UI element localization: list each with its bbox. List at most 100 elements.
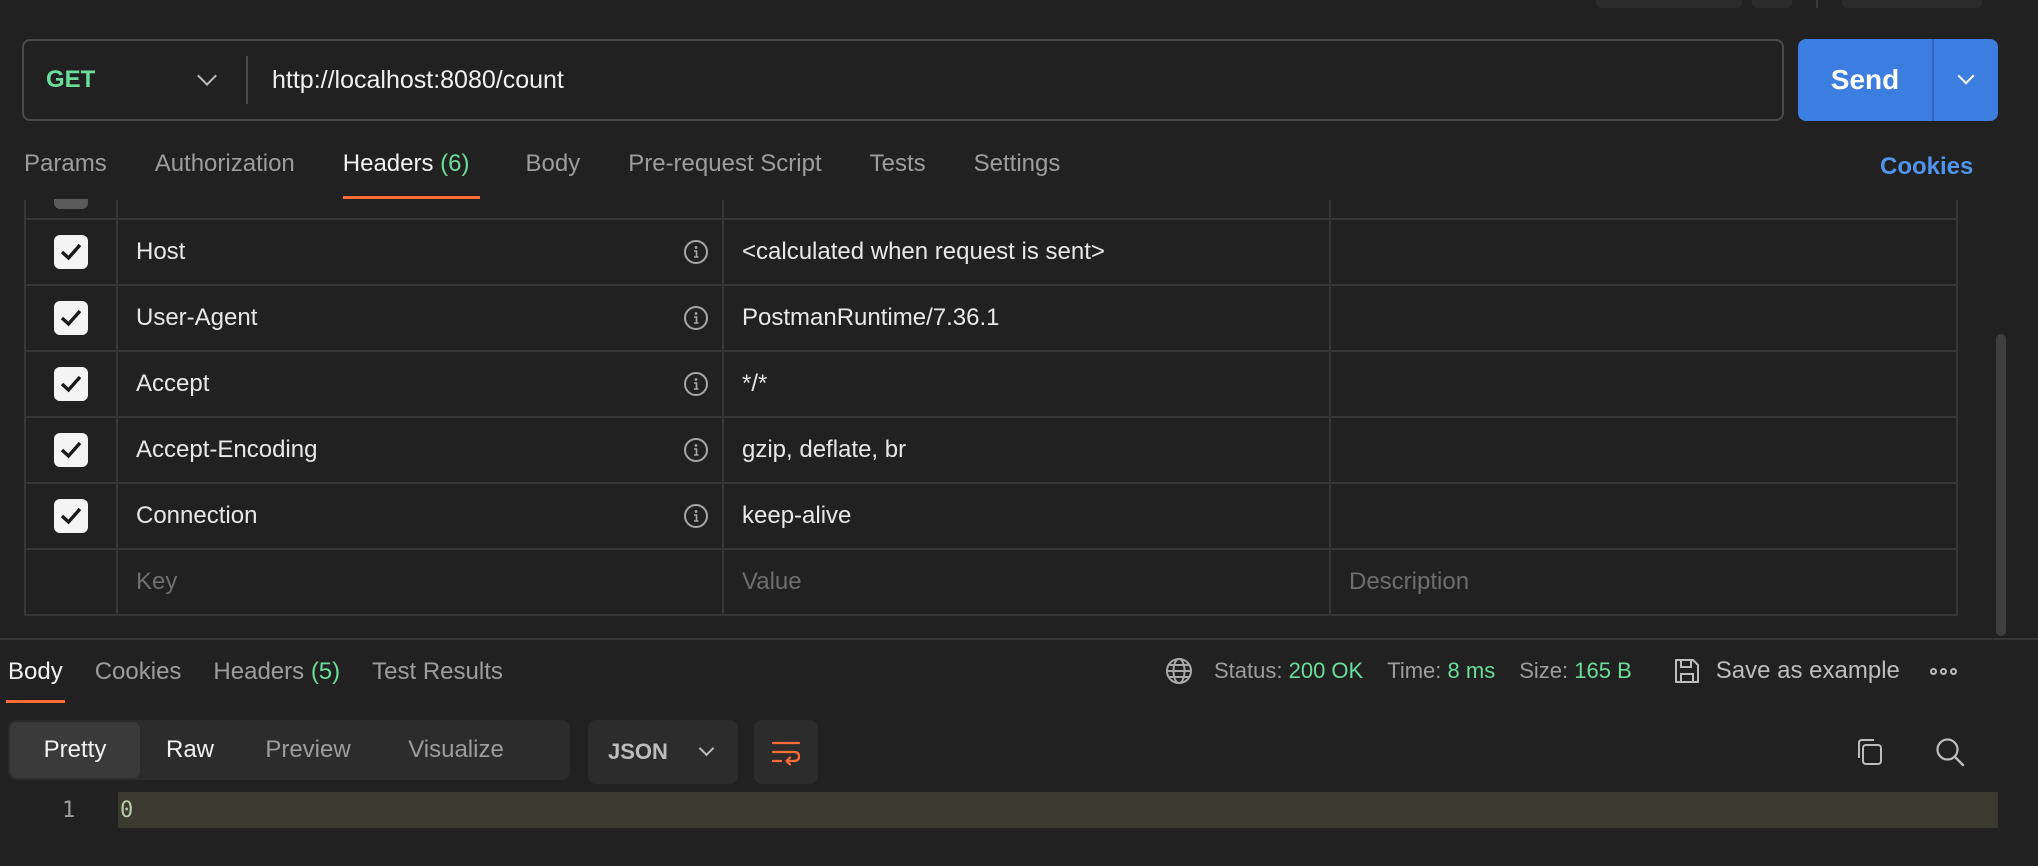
header-value: */*	[742, 370, 768, 397]
size-label: Size:	[1519, 658, 1569, 683]
view-raw[interactable]: Raw	[140, 722, 240, 778]
checkbox[interactable]	[54, 235, 88, 269]
info-icon[interactable]	[684, 504, 708, 528]
scrollbar-thumb[interactable]	[1996, 334, 2006, 636]
headers-table: Host <calculated when request is sent> U…	[24, 199, 1958, 616]
save-example-button[interactable]: Save as example	[1672, 656, 1900, 686]
value-input[interactable]: Value	[724, 550, 1331, 614]
checkbox[interactable]	[54, 301, 88, 335]
status-label: Status:	[1214, 658, 1283, 683]
checkbox-cell	[26, 352, 118, 416]
size-value[interactable]: 165 B	[1574, 658, 1632, 684]
tab-params[interactable]: Params	[24, 150, 107, 198]
header-key: Accept	[136, 370, 210, 397]
wrap-icon	[771, 741, 801, 766]
description-cell	[1331, 200, 1956, 218]
top-toolbar-button[interactable]	[1752, 0, 1792, 8]
tab-settings[interactable]: Settings	[974, 150, 1061, 198]
info-icon[interactable]	[684, 240, 708, 264]
copy-icon[interactable]	[1852, 734, 1888, 770]
checkbox-cell	[26, 550, 118, 614]
view-pretty[interactable]: Pretty	[10, 722, 140, 778]
key-cell[interactable]: Accept-Encoding	[118, 418, 724, 482]
tab-pre-request-script[interactable]: Pre-request Script	[628, 150, 821, 198]
checkbox[interactable]	[54, 499, 88, 533]
description-cell[interactable]	[1331, 484, 1956, 548]
editor-scrollbar	[1996, 792, 1998, 828]
view-visualize[interactable]: Visualize	[376, 722, 536, 778]
send-button[interactable]: Send	[1798, 64, 1932, 96]
tab-label: Headers	[342, 150, 434, 177]
checkbox-cell	[26, 484, 118, 548]
tab-tests[interactable]: Tests	[870, 150, 926, 198]
key-cell[interactable]: Connection	[118, 484, 724, 548]
tab-body[interactable]: Body	[526, 150, 581, 198]
line-number: 1	[62, 798, 76, 823]
value-cell[interactable]: <calculated when request is sent>	[724, 220, 1331, 284]
tab-response-body[interactable]: Body	[6, 658, 65, 703]
table-row: Accept-Encoding gzip, deflate, br	[24, 418, 1958, 484]
tab-label: Tests	[869, 150, 926, 177]
top-toolbar-button[interactable]	[1596, 0, 1742, 8]
view-preview[interactable]: Preview	[240, 722, 376, 778]
tab-test-results[interactable]: Test Results	[372, 658, 503, 702]
tab-label: Test Results	[372, 658, 503, 685]
key-cell[interactable]: Accept	[118, 352, 724, 416]
checkbox-cell	[26, 286, 118, 350]
header-key: User-Agent	[136, 304, 258, 331]
request-bar: GET http://localhost:8080/count	[22, 39, 1784, 121]
checkbox-cell	[26, 220, 118, 284]
value-cell[interactable]: gzip, deflate, br	[724, 418, 1331, 482]
info-icon[interactable]	[684, 372, 708, 396]
send-button-group: Send	[1798, 39, 1998, 121]
cookies-link[interactable]: Cookies	[1880, 153, 1973, 181]
key-cell[interactable]: User-Agent	[118, 286, 724, 350]
check-icon	[60, 441, 82, 459]
key-input[interactable]: Key	[118, 550, 724, 614]
description-placeholder: Description	[1349, 568, 1470, 595]
status-value[interactable]: 200 OK	[1289, 658, 1364, 684]
tab-response-cookies[interactable]: Cookies	[95, 658, 182, 702]
url-input[interactable]: http://localhost:8080/count	[248, 66, 564, 95]
description-cell[interactable]	[1331, 220, 1956, 284]
value-cell[interactable]: */*	[724, 352, 1331, 416]
save-icon	[1674, 659, 1699, 683]
format-label: JSON	[608, 739, 668, 764]
method-select[interactable]: GET	[24, 41, 246, 119]
check-icon	[60, 507, 82, 525]
checkbox[interactable]	[54, 367, 88, 401]
description-input[interactable]: Description	[1331, 550, 1956, 614]
time-value[interactable]: 8 ms	[1448, 658, 1496, 684]
table-row: User-Agent PostmanRuntime/7.36.1	[24, 286, 1958, 352]
tab-count: (6)	[440, 150, 470, 177]
code-line[interactable]: 0	[118, 792, 1998, 828]
checkbox-cell	[26, 418, 118, 482]
send-options-button[interactable]	[1934, 39, 1998, 121]
checkbox[interactable]	[54, 199, 88, 209]
response-tabs: Body Cookies Headers (5) Test Results	[6, 658, 535, 703]
key-cell[interactable]: Host	[118, 220, 724, 284]
tab-label: Params	[24, 150, 107, 177]
description-cell[interactable]	[1331, 352, 1956, 416]
globe-icon[interactable]	[1164, 656, 1194, 686]
format-select[interactable]: JSON	[588, 720, 738, 784]
pane-divider[interactable]	[0, 638, 2038, 640]
top-toolbar-button[interactable]	[1842, 0, 1982, 8]
tab-label: Authorization	[154, 150, 295, 177]
description-cell[interactable]	[1331, 418, 1956, 482]
checkbox[interactable]	[54, 433, 88, 467]
tab-response-headers[interactable]: Headers (5)	[213, 658, 340, 702]
info-icon[interactable]	[684, 438, 708, 462]
search-icon[interactable]	[1932, 734, 1968, 770]
value-cell[interactable]: keep-alive	[724, 484, 1331, 548]
description-cell[interactable]	[1331, 286, 1956, 350]
wrap-lines-button[interactable]	[754, 720, 818, 784]
table-row: Connection keep-alive	[24, 484, 1958, 550]
more-icon[interactable]	[1929, 667, 1957, 675]
view-mode-segmented: Pretty Raw Preview Visualize	[8, 720, 570, 780]
tab-label: Body	[8, 658, 63, 685]
value-cell[interactable]: PostmanRuntime/7.36.1	[724, 286, 1331, 350]
tab-authorization[interactable]: Authorization	[155, 150, 295, 198]
tab-headers[interactable]: Headers (6)	[342, 150, 480, 199]
info-icon[interactable]	[684, 306, 708, 330]
